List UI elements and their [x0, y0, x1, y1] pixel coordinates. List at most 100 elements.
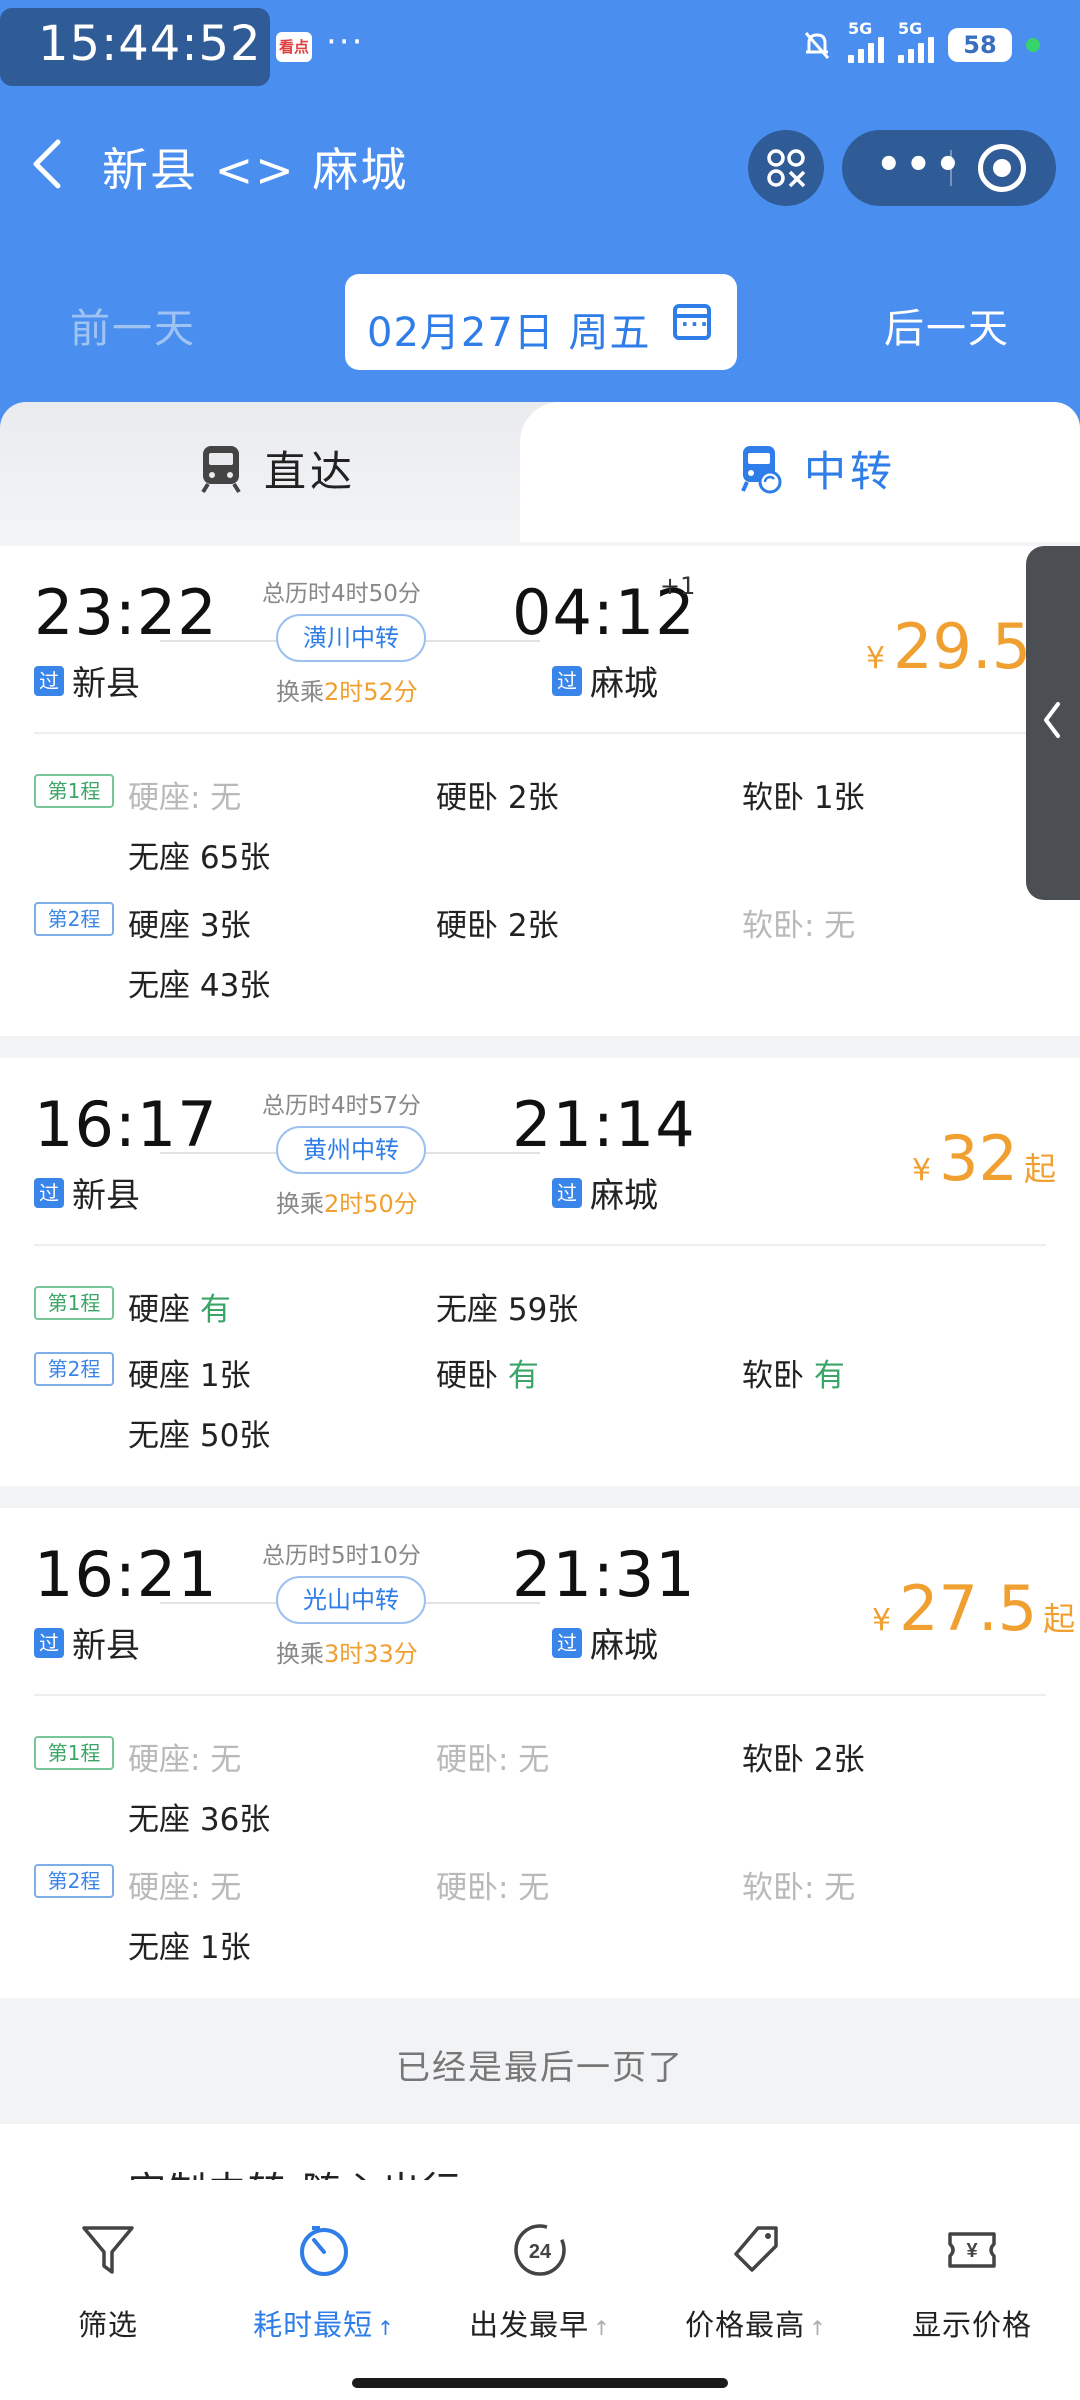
scan-button[interactable] [748, 130, 824, 206]
capsule-divider [950, 150, 952, 186]
total-duration: 总历时5时10分 [262, 1543, 421, 1569]
next-day-button[interactable]: 后一天 [884, 296, 1010, 354]
back-button[interactable] [28, 136, 78, 196]
sort-price-label: 价格最高 ↑ [648, 2302, 864, 2344]
date-selector: 前一天 02月27日 周五 后一天 [0, 272, 1080, 372]
route-line [160, 640, 280, 642]
departure-time: 16:17 [34, 1088, 218, 1161]
price: ¥32 起 [912, 1122, 1056, 1195]
arrival-station: 过麻城 [552, 656, 658, 705]
end-of-list-text: 已经是最后一页了 [396, 2048, 684, 2088]
seat-hard-sleeper: 硬卧: 无 [436, 1742, 550, 1778]
sort-arrow-icon: ↑ [593, 2316, 611, 2340]
svg-text:24: 24 [529, 2241, 552, 2263]
leg-1-tag: 第1程 [34, 1736, 114, 1770]
bottom-sort-bar: 筛选 耗时最短 ↑ 24 出发最早 ↑ 价格最高 ↑ ¥ 显示价格 [0, 2180, 1080, 2400]
tab-direct-label: 直达 [264, 447, 357, 496]
arrival-station-name: 麻城 [590, 664, 658, 704]
nav-row: 新县 <> 麻城 ••• [0, 120, 1080, 210]
arrival-time: 21:14 [512, 1088, 696, 1161]
yuan-ticket-icon: ¥ [948, 2232, 996, 2268]
status-time: 15:44:52 [38, 16, 262, 72]
arrival-station: 过麻城 [552, 1618, 658, 1667]
tab-transfer[interactable]: 中转 [520, 402, 1080, 542]
status-indicators: 5G 5G 58 [800, 19, 1040, 70]
departure-station: 过新县 [34, 1168, 140, 1217]
wait-label: 换乘 [276, 1640, 324, 1668]
wait-value: 3时33分 [324, 1640, 418, 1668]
departure-station-name: 新县 [72, 664, 140, 704]
wait-value: 2时50分 [324, 1190, 418, 1218]
sort-shortest-text: 耗时最短 [253, 2308, 374, 2342]
seat-hard-sleeper: 硬卧 有 [436, 1350, 539, 1395]
price-suffix: 起 [1043, 1600, 1076, 1638]
sort-shortest-label: 耗时最短 ↑ [216, 2302, 432, 2344]
close-miniprogram-icon[interactable] [978, 144, 1026, 192]
chevron-left-icon [1044, 702, 1060, 738]
wait-value: 2时52分 [324, 678, 418, 706]
sort-price-text: 价格最高 [685, 2308, 806, 2342]
home-indicator[interactable] [352, 2378, 728, 2388]
seat-soft-sleeper: 软卧 1张 [742, 780, 865, 816]
leg-2-tag: 第2程 [34, 902, 114, 936]
seat-hard-sleeper: 硬卧 2张 [436, 780, 559, 816]
train-icon [201, 445, 241, 493]
departure-station: 过新县 [34, 656, 140, 705]
sort-shortest-button[interactable]: 耗时最短 ↑ [216, 2220, 432, 2344]
network-type-2: 5G [898, 19, 923, 38]
arrival-time: 21:31 [512, 1538, 696, 1611]
sort-earliest-label: 出发最早 ↑ [432, 2302, 648, 2344]
filter-button[interactable]: 筛选 [0, 2220, 216, 2344]
transfer-result-card[interactable]: 23:22 总历时4时50分 潢川中转 换乘2时52分 04:12 +1 过新县… [0, 546, 1080, 1036]
next-day-mark: +1 [660, 572, 696, 600]
scan-icon [767, 149, 806, 188]
app-badge: 看点 [276, 32, 312, 62]
sort-arrow-icon: ↑ [809, 2316, 827, 2340]
status-bar: 15:44:52 看点 ··· 5G 5G 58 [0, 0, 1080, 90]
prev-day-button[interactable]: 前一天 [70, 296, 196, 354]
seat-no-seat: 无座 1张 [128, 1930, 251, 1966]
departure-station-name: 新县 [72, 1626, 140, 1666]
sort-earliest-button[interactable]: 24 出发最早 ↑ [432, 2220, 648, 2344]
sort-price-button[interactable]: 价格最高 ↑ [648, 2220, 864, 2344]
seat-hard-seat: 硬座: 无 [128, 1742, 242, 1778]
price-suffix: 起 [1024, 1150, 1057, 1188]
transfer-wait: 换乘2时50分 [276, 1184, 418, 1219]
date-text: 02月27日 周五 [367, 310, 651, 356]
date-picker[interactable]: 02月27日 周五 [345, 274, 737, 370]
total-duration: 总历时4时57分 [262, 1093, 421, 1119]
pass-tag: 过 [552, 665, 582, 696]
seat-hard-seat: 硬座: 无 [128, 1870, 242, 1906]
calendar-icon [673, 304, 711, 340]
tab-direct[interactable]: 直达 [0, 402, 560, 542]
card-divider [34, 1244, 1046, 1246]
show-price-button[interactable]: ¥ 显示价格 [864, 2220, 1080, 2344]
leg-2-tag: 第2程 [34, 1352, 114, 1386]
arrival-station: 过麻城 [552, 1168, 658, 1217]
clock-24-icon: 24 [514, 2224, 566, 2276]
route-line [160, 1152, 280, 1154]
seat-type: 软卧 [742, 1358, 804, 1394]
wait-label: 换乘 [276, 678, 324, 706]
seat-no-seat: 无座 43张 [128, 968, 271, 1004]
seat-hard-seat: 硬座 1张 [128, 1358, 251, 1394]
signal-icon: 5G [848, 19, 884, 63]
seat-soft-sleeper: 软卧 有 [742, 1350, 845, 1395]
transfer-result-card[interactable]: 16:21 总历时5时10分 光山中转 换乘3时33分 21:31 过新县 过麻… [0, 1508, 1080, 1998]
pass-tag: 过 [34, 1627, 64, 1658]
seat-type: 硬卧 [436, 1358, 498, 1394]
seat-soft-sleeper: 软卧: 无 [742, 1870, 856, 1906]
filter-label: 筛选 [77, 2308, 138, 2342]
pass-tag: 过 [34, 1177, 64, 1208]
transfer-result-card[interactable]: 16:17 总历时4时57分 黄州中转 换乘2时50分 21:14 过新县 过麻… [0, 1058, 1080, 1486]
departure-time: 23:22 [34, 576, 218, 649]
price-amount: 32 [939, 1122, 1018, 1195]
side-panel-handle[interactable] [1026, 546, 1080, 900]
card-divider [34, 1694, 1046, 1696]
tab-transfer-label: 中转 [804, 447, 897, 496]
seat-no-seat: 无座 59张 [436, 1292, 579, 1328]
arrival-station-name: 麻城 [590, 1176, 658, 1216]
currency-symbol: ¥ [866, 641, 886, 676]
seat-no-seat: 无座 65张 [128, 840, 271, 876]
seat-availability: 有 [813, 1358, 845, 1394]
